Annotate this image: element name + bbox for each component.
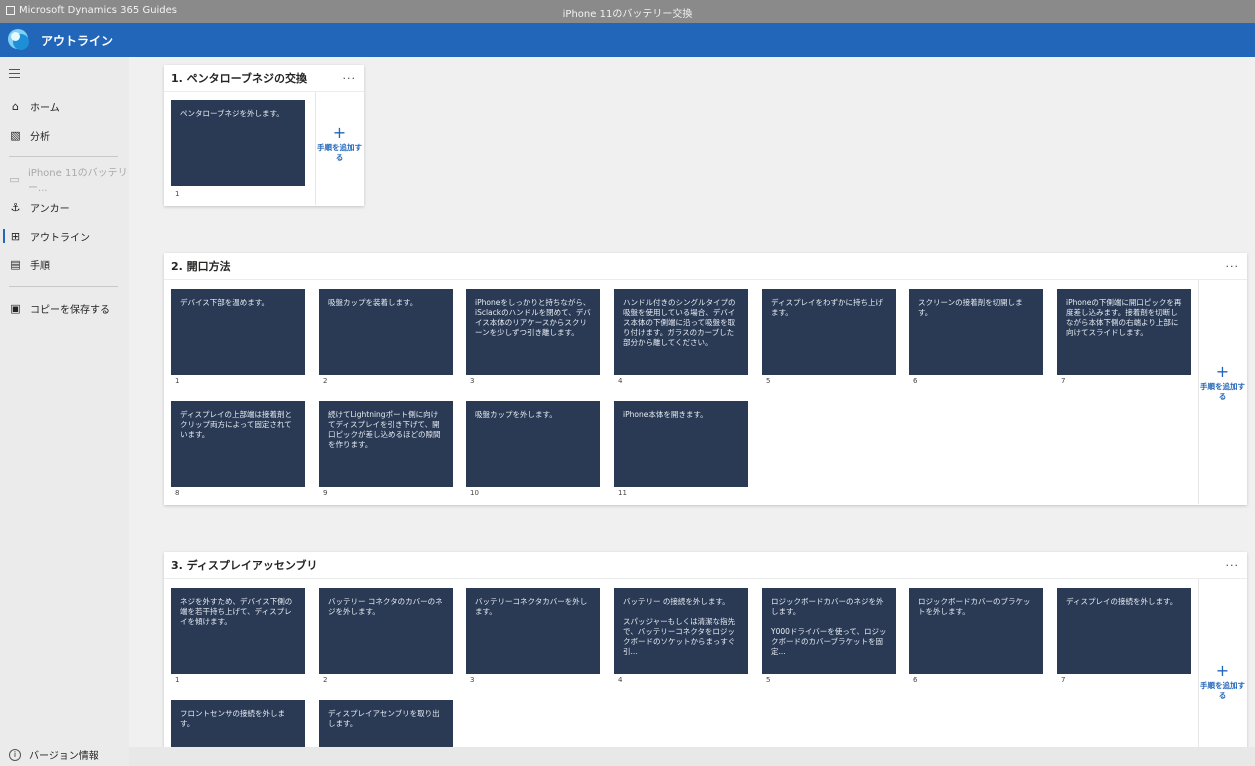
step-card[interactable]: デバイス下部を温めます。 [171, 289, 305, 375]
task-title: 1. ペンタローブネジの交換 [171, 72, 308, 85]
step-card[interactable]: ロジックボードカバーのブラケットを外します。 [909, 588, 1043, 674]
step-card[interactable]: ロジックボードカバーのネジを外します。 Y000ドライバーを使って、ロジックボー… [762, 588, 896, 674]
plus-icon: + [1215, 362, 1230, 381]
window-titlebar: Microsoft Dynamics 365 Guides iPhone 11の… [0, 0, 1255, 23]
outline-icon: ⊞ [10, 229, 21, 243]
step-card[interactable]: ディスプレイアセンブリを取り出します。 [319, 700, 453, 747]
sidebar-item-analytics[interactable]: ▧ 分析 [0, 124, 129, 146]
step-number: 2 [323, 377, 328, 385]
add-step-label: 手順を追加する [1200, 681, 1245, 700]
sidebar-item-anchor[interactable]: ⚓ アンカー [0, 196, 129, 218]
sidebar-item-home[interactable]: ⌂ ホーム [0, 95, 129, 117]
status-strip [129, 747, 1255, 766]
document-title: iPhone 11のバッテリー交換 [562, 9, 693, 20]
sidebar-item-label: 分析 [30, 131, 50, 143]
step-number: 4 [618, 377, 623, 385]
step-card[interactable]: ディスプレイの接続を外します。 [1057, 588, 1191, 674]
step-number: 6 [913, 676, 918, 684]
task-steps: ペンタローブネジを外します。 1 + 手順を追加する [164, 92, 364, 205]
step-card[interactable]: 続けてLightningポート側に向けてディスプレイを引き下げて、開口ピックが差… [319, 401, 453, 487]
app-bar: アウトライン [0, 23, 1255, 57]
task-steps: ネジを外すため、デバイス下側の端を若干持ち上げて、ディスプレイを傾けます。 1 … [164, 579, 1247, 747]
step-number: 5 [766, 377, 771, 385]
task-header: 1. ペンタローブネジの交換 ··· [164, 65, 364, 92]
step-card[interactable]: 吸盤カップを装着します。 [319, 289, 453, 375]
step-card[interactable]: ネジを外すため、デバイス下側の端を若干持ち上げて、ディスプレイを傾けます。 [171, 588, 305, 674]
step-number: 1 [175, 377, 180, 385]
step-card[interactable]: iPhone本体を開きます。 [614, 401, 748, 487]
add-step-label: 手順を追加する [1200, 382, 1245, 401]
sidebar-divider [9, 286, 118, 287]
more-options-icon[interactable]: ··· [343, 72, 357, 85]
step-card[interactable]: ディスプレイの上部端は接着剤とクリップ両方によって固定されています。 [171, 401, 305, 487]
step-number: 6 [913, 377, 918, 385]
task-title: 3. ディスプレイアッセンブリ [171, 559, 318, 572]
step-card[interactable]: フロントセンサの接続を外します。 [171, 700, 305, 747]
step-card[interactable]: iPhoneをしっかりと持ちながら、iSclackのハンドルを閉めて、デバイス本… [466, 289, 600, 375]
sidebar-item-label: ホーム [30, 102, 60, 114]
sidebar-item-label: 手順 [30, 260, 50, 272]
add-step-button[interactable]: + 手順を追加する [315, 92, 363, 205]
anchor-icon: ⚓ [10, 200, 21, 214]
step-number: 3 [470, 676, 475, 684]
task-card: 2. 開口方法 ··· デバイス下部を温めます。 1 吸盤カップを装着します。 … [164, 253, 1247, 505]
more-options-icon[interactable]: ··· [1226, 260, 1240, 273]
sidebar-item-outline[interactable]: ⊞ アウトライン [0, 225, 129, 247]
plus-icon: + [332, 123, 347, 142]
step-card[interactable]: 吸盤カップを外します。 [466, 401, 600, 487]
step-number: 5 [766, 676, 771, 684]
add-step-button[interactable]: + 手順を追加する [1198, 579, 1246, 747]
sidebar-item-label: コピーを保存する [30, 304, 110, 316]
save-icon: ▣ [10, 301, 21, 315]
task-header: 3. ディスプレイアッセンブリ ··· [164, 552, 1247, 579]
step-card[interactable]: ディスプレイをわずかに持ち上げます。 [762, 289, 896, 375]
step-number: 7 [1061, 676, 1066, 684]
task-steps: デバイス下部を温めます。 1 吸盤カップを装着します。 2 iPhoneをしっか… [164, 280, 1247, 504]
version-label: バージョン情報 [29, 751, 99, 762]
task-card: 3. ディスプレイアッセンブリ ··· ネジを外すため、デバイス下側の端を若干持… [164, 552, 1247, 747]
add-step-button[interactable]: + 手順を追加する [1198, 280, 1246, 504]
step-number: 10 [470, 489, 479, 497]
step-card[interactable]: バッテリー の接続を外します。 スパッジャーもしくは清潔な指先で、バッテリーコネ… [614, 588, 748, 674]
task-header: 2. 開口方法 ··· [164, 253, 1247, 280]
more-options-icon[interactable]: ··· [1226, 559, 1240, 572]
step-card[interactable]: iPhoneの下側端に開口ピックを再度差し込みます。接着剤を切断しながら本体下側… [1057, 289, 1191, 375]
step-number: 8 [175, 489, 180, 497]
analytics-icon: ▧ [10, 128, 21, 142]
sidebar-item-steps[interactable]: ▤ 手順 [0, 253, 129, 275]
add-step-label: 手順を追加する [317, 143, 362, 162]
sidebar-divider [9, 156, 118, 157]
sidebar-item-save-copy[interactable]: ▣ コピーを保存する [0, 297, 129, 319]
steps-icon: ▤ [10, 257, 21, 271]
guides-logo-icon [8, 29, 30, 51]
outline-canvas: 1. ペンタローブネジの交換 ··· ペンタローブネジを外します。 1 + 手順… [129, 57, 1255, 747]
sidebar-item-guide: ▭ iPhone 11のバッテリー... [0, 168, 129, 194]
step-number: 1 [175, 190, 180, 198]
step-card[interactable]: ペンタローブネジを外します。 [171, 100, 305, 186]
step-card[interactable]: ハンドル付きのシングルタイプの吸盤を使用している場合、デバイス本体の下側端に沿っ… [614, 289, 748, 375]
sidebar-item-label: アウトライン [30, 232, 90, 244]
sidebar: ⌂ ホーム ▧ 分析 ▭ iPhone 11のバッテリー... ⚓ アンカー ⊞… [0, 57, 129, 766]
sidebar-item-version[interactable]: i バージョン情報 [9, 747, 99, 762]
sidebar-item-label: アンカー [30, 203, 70, 215]
hamburger-menu-icon[interactable] [9, 69, 20, 81]
guide-icon: ▭ [9, 172, 20, 186]
step-number: 4 [618, 676, 623, 684]
sidebar-item-label: iPhone 11のバッテリー... [28, 168, 128, 194]
info-icon: i [9, 748, 21, 761]
step-number: 3 [470, 377, 475, 385]
plus-icon: + [1215, 661, 1230, 680]
home-icon: ⌂ [12, 99, 19, 113]
step-card[interactable]: スクリーンの接着剤を切開します。 [909, 289, 1043, 375]
task-card: 1. ペンタローブネジの交換 ··· ペンタローブネジを外します。 1 + 手順… [164, 65, 364, 206]
step-card[interactable]: バッテリーコネクタカバーを外します。 [466, 588, 600, 674]
step-number: 2 [323, 676, 328, 684]
step-number: 7 [1061, 377, 1066, 385]
step-number: 9 [323, 489, 328, 497]
page-title: アウトライン [41, 33, 114, 48]
task-title: 2. 開口方法 [171, 260, 231, 273]
step-number: 11 [618, 489, 627, 497]
step-card[interactable]: バッテリー コネクタのカバーのネジを外します。 [319, 588, 453, 674]
step-number: 1 [175, 676, 180, 684]
